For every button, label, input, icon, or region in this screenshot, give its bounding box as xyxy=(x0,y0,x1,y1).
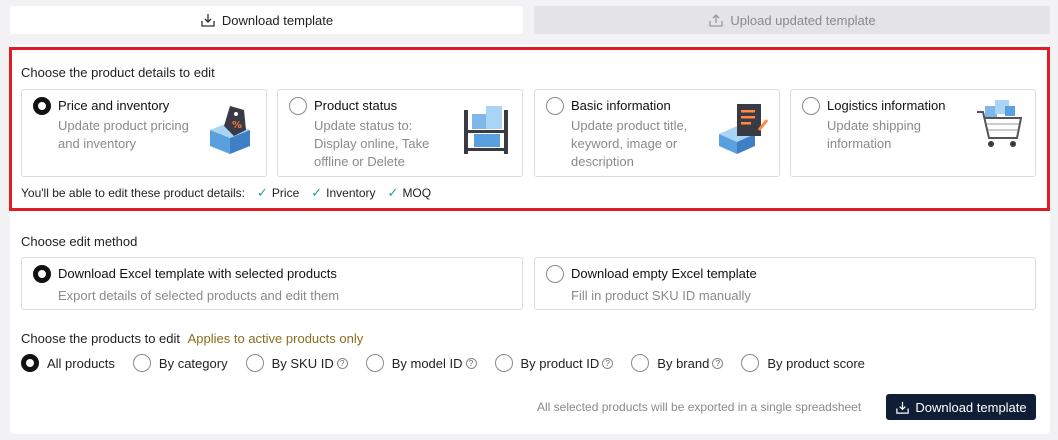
editable-field-inventory: ✓ Inventory xyxy=(311,185,375,201)
tab-download-template[interactable]: Download template xyxy=(10,6,523,34)
editable-field-price: ✓ Price xyxy=(257,185,299,201)
tab-upload-label: Upload updated template xyxy=(730,12,876,28)
scope-label: By model ID xyxy=(391,355,463,371)
scope-label: By product score xyxy=(767,355,865,371)
scope-label: By brand xyxy=(657,355,710,371)
option-logistics-information[interactable]: Logistics information Update shipping in… xyxy=(790,89,1036,177)
radio-by-product-id[interactable] xyxy=(494,354,513,372)
active-products-note: Applies to active products only xyxy=(187,331,364,346)
top-tabs: Download template Upload updated templat… xyxy=(10,6,1050,36)
download-template-button[interactable]: Download template xyxy=(886,394,1036,420)
radio-by-category[interactable] xyxy=(132,354,151,372)
scope-by-sku-id[interactable]: By SKU ID? xyxy=(245,354,348,372)
products-title-text: Choose the products to edit xyxy=(21,331,180,346)
editable-details-row: You'll be able to edit these product det… xyxy=(21,185,431,201)
option-price-inventory[interactable]: Price and inventory Update product prici… xyxy=(21,89,267,177)
editable-field-label: MOQ xyxy=(402,186,432,200)
radio-by-brand[interactable] xyxy=(631,354,650,372)
radio-basic-information[interactable] xyxy=(546,97,564,115)
scope-label: By SKU ID xyxy=(271,355,334,371)
option-desc: Export details of selected products and … xyxy=(58,288,340,303)
option-desc: Fill in product SKU ID manually xyxy=(571,288,751,303)
radio-download-with-products[interactable] xyxy=(33,265,51,283)
tab-download-label: Download template xyxy=(221,12,334,28)
option-title: Logistics information xyxy=(827,98,946,113)
scope-by-model-id[interactable]: By model ID? xyxy=(365,354,477,372)
scope-all-products[interactable]: All products xyxy=(21,354,115,372)
radio-download-empty[interactable] xyxy=(546,265,564,283)
shopping-cart-icon xyxy=(977,100,1023,147)
option-title: Download Excel template with selected pr… xyxy=(58,266,337,281)
check-icon: ✓ xyxy=(387,185,399,200)
option-title: Basic information xyxy=(571,98,671,113)
radio-logistics-information[interactable] xyxy=(802,97,820,115)
upload-icon xyxy=(709,14,724,27)
option-desc: Update shipping information xyxy=(827,118,921,151)
scope-by-brand[interactable]: By brand? xyxy=(631,354,724,372)
radio-by-product-score[interactable] xyxy=(741,354,760,372)
export-note: All selected products will be exported i… xyxy=(537,400,862,414)
scope-label: By category xyxy=(158,355,228,371)
editable-field-label: Price xyxy=(271,186,300,200)
download-icon xyxy=(896,401,910,414)
editable-field-label: Inventory xyxy=(326,186,376,200)
radio-by-sku-id[interactable] xyxy=(245,354,264,372)
method-section-title: Choose edit method xyxy=(21,234,138,249)
option-product-status[interactable]: Product status Update status to: Display… xyxy=(277,89,523,177)
option-basic-information[interactable]: Basic information Update product title, … xyxy=(534,89,780,177)
radio-by-model-id[interactable] xyxy=(365,354,384,372)
option-download-empty[interactable]: Download empty Excel template Fill in pr… xyxy=(534,257,1036,310)
option-title: Price and inventory xyxy=(58,98,170,113)
shelf-boxes-icon xyxy=(464,106,508,154)
document-box-icon xyxy=(719,104,769,154)
details-section-title: Choose the product details to edit xyxy=(21,65,215,80)
scope-by-product-id[interactable]: By product ID? xyxy=(494,354,614,372)
help-icon[interactable]: ? xyxy=(336,357,348,369)
help-icon[interactable]: ? xyxy=(602,357,614,369)
option-title: Download empty Excel template xyxy=(571,266,757,281)
products-section-title: Choose the products to edit Applies to a… xyxy=(21,331,363,346)
price-tag-box-icon: % xyxy=(210,106,250,154)
option-desc: Update product title, keyword, image or … xyxy=(571,118,688,169)
products-scope-radios: All products By category By SKU ID? By m… xyxy=(21,353,883,373)
option-title: Product status xyxy=(314,98,398,113)
help-icon[interactable]: ? xyxy=(712,357,724,369)
option-download-with-products[interactable]: Download Excel template with selected pr… xyxy=(21,257,523,310)
editable-field-moq: ✓ MOQ xyxy=(388,185,432,201)
download-icon xyxy=(201,14,215,27)
radio-all-products[interactable] xyxy=(21,354,39,372)
radio-product-status[interactable] xyxy=(289,97,307,115)
help-icon[interactable]: ? xyxy=(465,357,477,369)
download-template-label: Download template xyxy=(915,399,1027,415)
scope-by-category[interactable]: By category xyxy=(132,354,228,372)
scope-label: By product ID xyxy=(520,355,600,371)
editable-label: You'll be able to edit these product det… xyxy=(21,186,246,200)
check-icon: ✓ xyxy=(311,185,323,200)
svg-text:%: % xyxy=(232,120,242,131)
option-desc: Update product pricing and inventory xyxy=(58,118,189,151)
scope-label: All products xyxy=(47,355,115,371)
option-desc: Update status to: Display online, Take o… xyxy=(314,118,430,169)
tab-upload-template[interactable]: Upload updated template xyxy=(534,6,1050,34)
check-icon: ✓ xyxy=(257,185,268,200)
scope-by-product-score[interactable]: By product score xyxy=(741,354,865,372)
radio-price-inventory[interactable] xyxy=(33,97,51,115)
